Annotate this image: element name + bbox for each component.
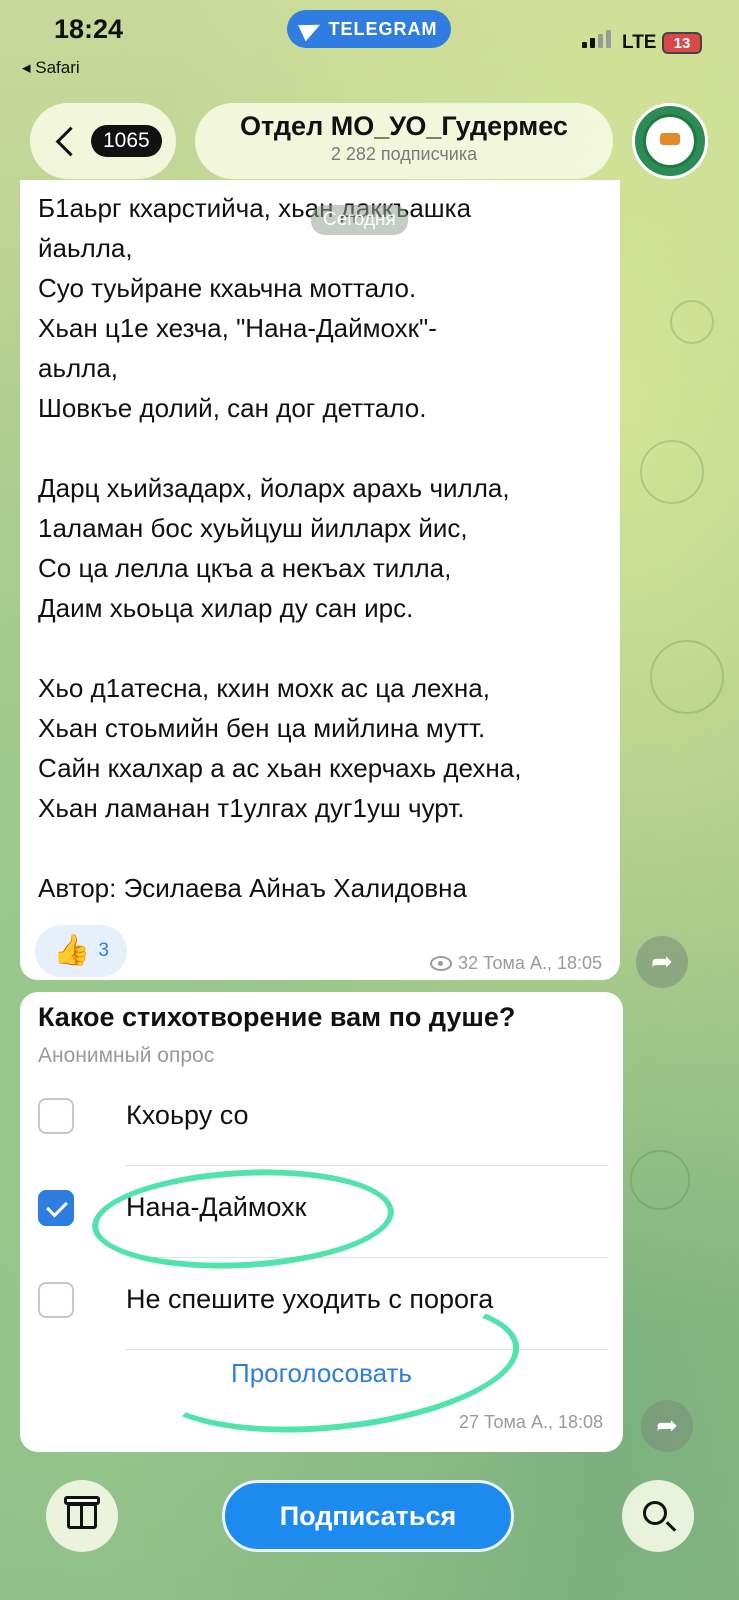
unread-count-badge: 1065 [91,125,162,157]
message-line: Хьан стоьмийн бен ца мийлина мутт. [38,713,486,743]
message-text: Б1аьрг кхарстийча, хьан даккъашка йаьлла,… [38,188,602,908]
search-button[interactable] [622,1480,694,1552]
background-doodle [670,300,714,344]
channel-header[interactable]: Отдел МО_УО_Гудермес 2 282 подписчика [195,103,613,179]
poll-question: Какое стихотворение вам по душе? [38,1002,516,1032]
date-chip: Сегодня [311,205,408,235]
views-eye-icon [429,956,452,971]
message-line: Сайн кхалхар а ас хьан кхерчахь дехна, [38,753,522,783]
thumbs-up-icon: 👍 [53,934,91,967]
message-line: аьлла, [38,353,119,383]
signal-icon [582,30,611,48]
back-button[interactable]: 1065 [30,103,176,179]
message-line: Хьан ламанан т1улгах дуг1уш чурт. [38,793,465,823]
message-bubble: Б1аьрг кхарстийча, хьан даккъашка йаьлла,… [20,180,620,980]
message-line: Шовкъе долий, сан дог деттало. [38,393,427,423]
message-line: Даим хьоьца хилар ду сан ирс. [38,593,414,623]
search-icon [643,1501,667,1525]
subscribe-button[interactable]: Подписаться [222,1480,514,1552]
telegram-pill-label: TELEGRAM [328,18,438,39]
poll-type: Анонимный опрос [38,1044,215,1067]
poll-checkbox-checked[interactable] [38,1190,74,1226]
chevron-left-icon [55,126,86,156]
network-label: LTE [622,32,657,53]
poll-checkbox[interactable] [38,1098,74,1134]
background-doodle [640,440,704,504]
poll-checkbox[interactable] [38,1282,74,1318]
emblem-icon [643,114,697,168]
message-views-author-time: 32 Тома А., 18:05 [457,953,602,973]
message-line: Хьо д1атесна, кхин мохк ас ца лехна, [38,673,490,703]
poll-option[interactable]: Кхоьру со [38,1074,608,1166]
back-to-safari[interactable]: ◂ Safari [22,58,80,78]
message-line: Со ца лелла цкъа а некъах тилла, [38,553,452,583]
message-line: Автор: Эсилаева Айнаъ Халидовна [38,873,467,903]
message-line: Хьан ц1е хезча, "Нана-Даймохк"- [38,313,437,343]
reaction-count: 3 [98,940,109,961]
telegram-icon [297,16,324,42]
channel-avatar[interactable] [632,103,708,179]
stanza-break [38,428,602,468]
background-doodle [630,1150,690,1210]
stanza-break [38,828,602,868]
background-doodle [650,640,724,714]
message-meta: 32 Тома А., 18:05 [429,953,602,974]
gift-button[interactable] [46,1480,118,1552]
channel-title: Отдел МО_УО_Гудермес [240,111,568,141]
subscriber-count: 2 282 подписчика [330,144,478,164]
telegram-pill[interactable]: TELEGRAM [287,10,451,48]
message-line: Дарц хьийзадарх, йоларх арахь чилла, [38,473,510,503]
message-line: 1аламан бос хуьйцуш йилларх йис, [38,513,468,543]
forward-poll-button[interactable] [641,1400,693,1452]
poll-meta: 27 Тома А., 18:08 [458,1412,603,1432]
forward-message-button[interactable] [636,936,688,988]
battery-icon: 13 [662,32,702,54]
stanza-break [38,628,602,668]
gift-icon [64,1496,100,1529]
poll-option-label: Кхоьру со [126,1100,249,1130]
reaction-chip[interactable]: 👍 3 [35,925,127,977]
message-line: Суо туьйране кхаьчна моттало. [38,273,417,303]
status-time: 18:24 [54,14,124,44]
